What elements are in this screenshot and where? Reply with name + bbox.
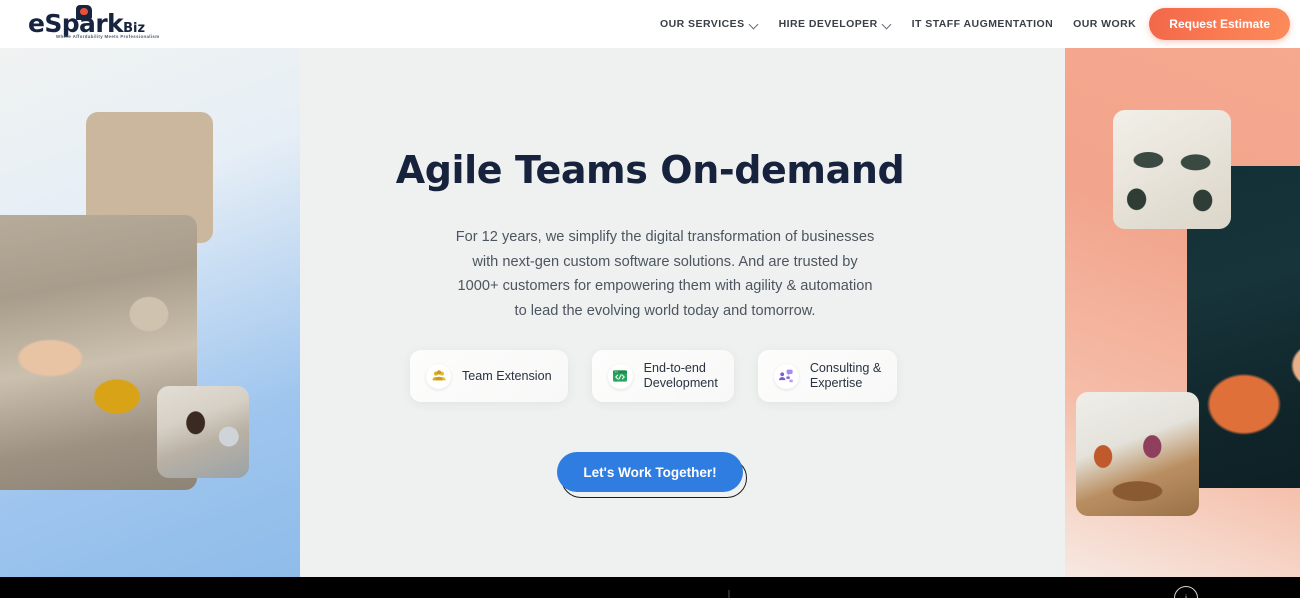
lets-work-together-button[interactable]: Let's Work Together!	[557, 452, 743, 492]
hero-stage: Agile Teams On-demand For 12 years, we s…	[0, 48, 1300, 577]
nav-item-our-work[interactable]: OUR WORK	[1073, 18, 1136, 30]
circle-info-icon[interactable]: i	[1174, 586, 1198, 598]
hero-content: Agile Teams On-demand For 12 years, we s…	[0, 48, 1300, 577]
request-estimate-button[interactable]: Request Estimate	[1149, 8, 1290, 40]
nav-item-hire-developer[interactable]: HIRE DEVELOPER	[779, 18, 892, 30]
nav-label: OUR SERVICES	[660, 18, 745, 30]
nav-label: OUR WORK	[1073, 18, 1137, 30]
site-header: eSparkBiz Where Affordability Meets Prof…	[0, 0, 1300, 48]
browser-bottom-bar: i	[0, 577, 1300, 598]
primary-cta-wrap: Let's Work Together!	[0, 198, 1300, 498]
chevron-down-icon	[750, 20, 759, 29]
main-navigation: OUR SERVICES HIRE DEVELOPER IT STAFF AUG…	[660, 0, 1229, 48]
nav-item-our-services[interactable]: OUR SERVICES	[660, 18, 759, 30]
bottom-bar-tick	[728, 590, 730, 598]
nav-label: IT STAFF AUGMENTATION	[911, 18, 1054, 30]
logo[interactable]: eSparkBiz Where Affordability Meets Prof…	[28, 5, 159, 43]
nav-label: HIRE DEVELOPER	[778, 18, 878, 30]
page-title: Agile Teams On-demand	[395, 148, 905, 192]
nav-item-it-staff-augmentation[interactable]: IT STAFF AUGMENTATION	[912, 18, 1053, 30]
logo-text: eSparkBiz	[28, 11, 145, 36]
logo-tagline: Where Affordability Meets Professionalis…	[56, 34, 160, 39]
chevron-down-icon	[883, 20, 892, 29]
